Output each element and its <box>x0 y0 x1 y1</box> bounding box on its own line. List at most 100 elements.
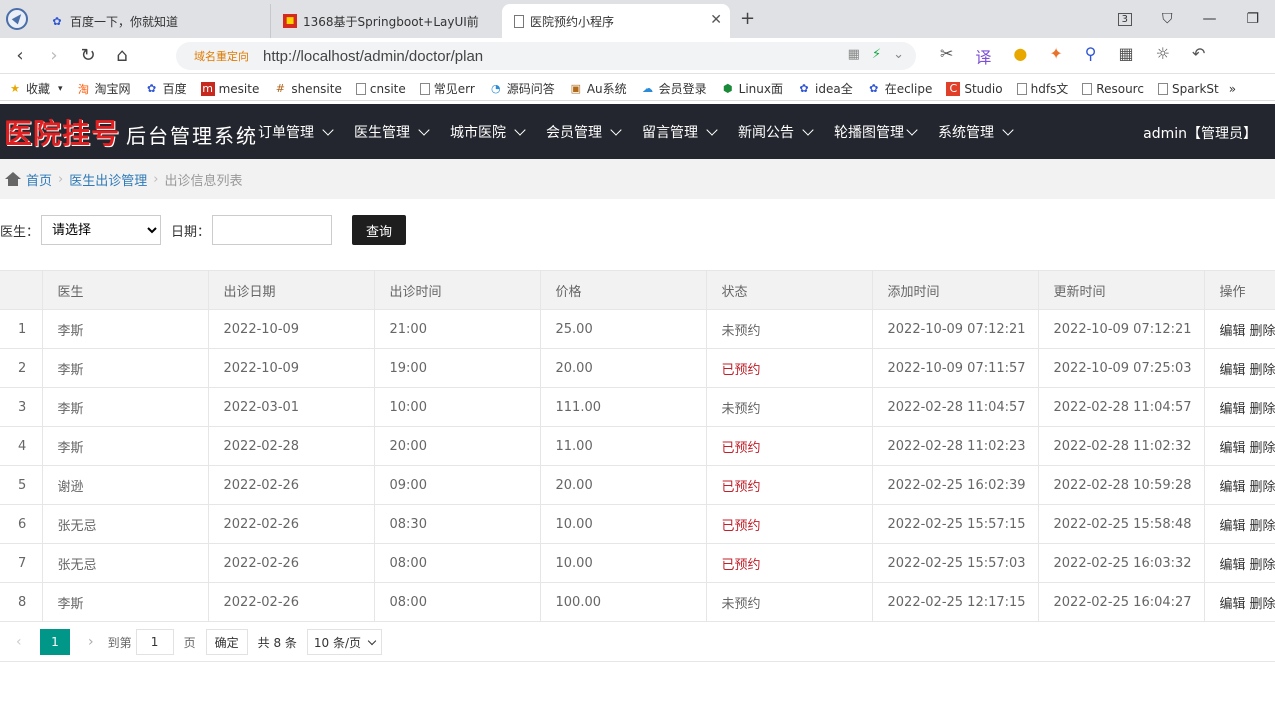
row-updated-time: 2022-10-09 07:25:03 <box>1038 348 1205 388</box>
goto-label: 到第 <box>107 635 132 650</box>
query-button[interactable]: 查询 <box>352 215 407 245</box>
bookmark-linux[interactable]: ⬢ Linux面 <box>721 80 783 97</box>
browser-tab-springboot[interactable]: ■ 1368基于Springboot+LayUI前 <box>270 4 500 38</box>
menu-members[interactable]: 会员管理 <box>546 122 622 142</box>
red-square-icon: ■ <box>283 14 297 28</box>
bookmark-favorites[interactable]: ★ 收藏 ▾ <box>8 80 62 97</box>
edit-link[interactable]: 编辑 <box>1220 402 1246 417</box>
undo-icon[interactable]: ↶ <box>1192 44 1205 68</box>
theme-icon[interactable]: ☼ <box>1156 44 1170 68</box>
current-page[interactable]: 1 <box>40 629 70 655</box>
forward-icon[interactable]: › <box>40 45 68 66</box>
bookmark-baidu[interactable]: ✿ 百度 <box>145 80 187 97</box>
translate-icon[interactable]: 译 <box>975 44 991 68</box>
url-text[interactable]: http://localhost/admin/doctor/plan <box>263 48 483 65</box>
page-icon <box>514 14 524 28</box>
bookmark-qa[interactable]: ◔ 源码问答 <box>489 80 555 97</box>
bookmarks-more-icon[interactable]: » <box>1229 82 1236 96</box>
page-icon <box>1016 82 1027 95</box>
col-added: 添加时间 <box>872 270 1039 310</box>
delete-link[interactable]: 删除 <box>1250 480 1275 495</box>
logo-subtitle: 后台管理系统 <box>126 123 259 148</box>
window-controls: 3 ⛉ — ❐ <box>1117 0 1275 38</box>
browser-tab-active[interactable]: 医院预约小程序 ✕ <box>502 4 730 38</box>
reload-icon[interactable]: ↻ <box>74 45 102 66</box>
grid-icon[interactable]: ▦ <box>1119 44 1134 68</box>
url-bar[interactable]: 域名重定向 http://localhost/admin/doctor/plan… <box>176 42 916 70</box>
maximize-icon[interactable]: ❐ <box>1246 11 1259 27</box>
menu-orders[interactable]: 订单管理 <box>258 122 334 142</box>
game-icon[interactable]: ✦ <box>1049 44 1062 68</box>
delete-link[interactable]: 删除 <box>1250 519 1275 534</box>
scissors-icon[interactable]: ✂ <box>940 44 953 68</box>
next-page-icon[interactable]: › <box>88 634 94 650</box>
bookmark-member[interactable]: ☁ 会员登录 <box>641 80 707 97</box>
delete-link[interactable]: 删除 <box>1250 597 1275 612</box>
edit-link[interactable]: 编辑 <box>1220 363 1246 378</box>
home-page-icon[interactable]: ⌂ <box>108 45 136 66</box>
edit-link[interactable]: 编辑 <box>1220 441 1246 456</box>
browser-tab-baidu[interactable]: ✿ 百度一下，你就知道 <box>38 4 268 38</box>
bookmark-idea[interactable]: ✿ idea全 <box>797 80 852 97</box>
row-time: 10:00 <box>374 387 541 427</box>
bookmark-taobao[interactable]: 淘淘宝网 <box>77 80 131 97</box>
edit-link[interactable]: 编辑 <box>1220 519 1246 534</box>
row-price: 25.00 <box>540 309 707 349</box>
bookmark-au[interactable]: ▣ Au系统 <box>569 80 627 97</box>
edit-link[interactable]: 编辑 <box>1220 597 1246 612</box>
bookmark-shensite[interactable]: # shensite <box>273 82 342 96</box>
lightning-icon[interactable]: ⚡ <box>872 47 881 62</box>
menu-city-hospitals[interactable]: 城市医院 <box>450 122 526 142</box>
page-size-select[interactable]: 10 条/页 <box>306 629 383 655</box>
star-icon: ★ <box>10 82 20 95</box>
browser-tools: ✂ 译 ● ✦ ⚲ ▦ ☼ ↶ <box>940 44 1205 68</box>
row-added-time: 2022-02-25 12:17:15 <box>872 582 1039 622</box>
back-icon[interactable]: ‹ <box>6 45 34 66</box>
browser-logo-icon[interactable] <box>6 8 28 30</box>
cloud-icon: ☁ <box>642 82 654 95</box>
bookmark-cnsite[interactable]: cnsite <box>355 82 406 96</box>
breadcrumb-home[interactable]: 首页 <box>26 170 52 189</box>
coin-icon[interactable]: ● <box>1013 44 1027 68</box>
shirt-icon[interactable]: ⛉ <box>1162 11 1173 27</box>
chevron-down-icon[interactable]: ⌄ <box>893 47 904 62</box>
bookmark-studio[interactable]: C Studio <box>946 81 1003 96</box>
delete-link[interactable]: 删除 <box>1250 441 1275 456</box>
edit-link[interactable]: 编辑 <box>1220 558 1246 573</box>
menu-system[interactable]: 系统管理 <box>938 122 1014 142</box>
prev-page-icon[interactable]: ‹ <box>16 634 30 650</box>
close-tab-icon[interactable]: ✕ <box>710 12 722 28</box>
minimize-icon[interactable]: — <box>1202 11 1216 27</box>
date-input[interactable] <box>212 215 333 245</box>
tab-count-badge[interactable]: 3 <box>1117 12 1132 26</box>
bookmark-errors[interactable]: 常见err <box>419 80 475 97</box>
delete-link[interactable]: 删除 <box>1250 363 1275 378</box>
breadcrumb-parent[interactable]: 医生出诊管理 <box>69 170 147 189</box>
bookmark-spark[interactable]: SparkSt <box>1157 82 1219 96</box>
doctor-select[interactable]: 请选择 <box>41 215 162 245</box>
bookmark-resource[interactable]: Resourc <box>1082 82 1144 96</box>
chevron-down-icon <box>706 123 718 136</box>
delete-link[interactable]: 删除 <box>1250 402 1275 417</box>
edit-link[interactable]: 编辑 <box>1220 324 1246 339</box>
menu-news[interactable]: 新闻公告 <box>738 122 814 142</box>
qr-icon[interactable]: ▦ <box>848 47 860 62</box>
goto-confirm-button[interactable]: 确定 <box>205 629 248 655</box>
admin-user-menu[interactable]: admin【管理员】 <box>1143 123 1257 143</box>
bookmark-hdfs[interactable]: hdfs文 <box>1016 80 1068 97</box>
edit-link[interactable]: 编辑 <box>1220 480 1246 495</box>
chevron-down-icon <box>514 123 526 136</box>
row-date: 2022-02-26 <box>208 504 375 544</box>
menu-doctors[interactable]: 医生管理 <box>354 122 430 142</box>
menu-carousel[interactable]: 轮播图管理 <box>834 122 918 142</box>
search-icon[interactable]: ⚲ <box>1085 44 1097 68</box>
goto-page-input[interactable]: 1 <box>135 629 174 655</box>
row-doctor: 李斯 <box>42 309 209 349</box>
new-tab-icon[interactable]: + <box>740 8 755 29</box>
delete-link[interactable]: 删除 <box>1250 324 1275 339</box>
bookmark-eclipse[interactable]: ✿ 在eclipe <box>867 80 932 97</box>
row-price: 111.00 <box>540 387 707 427</box>
delete-link[interactable]: 删除 <box>1250 558 1275 573</box>
bookmark-mesite[interactable]: m mesite <box>200 81 259 96</box>
menu-messages[interactable]: 留言管理 <box>642 122 718 142</box>
